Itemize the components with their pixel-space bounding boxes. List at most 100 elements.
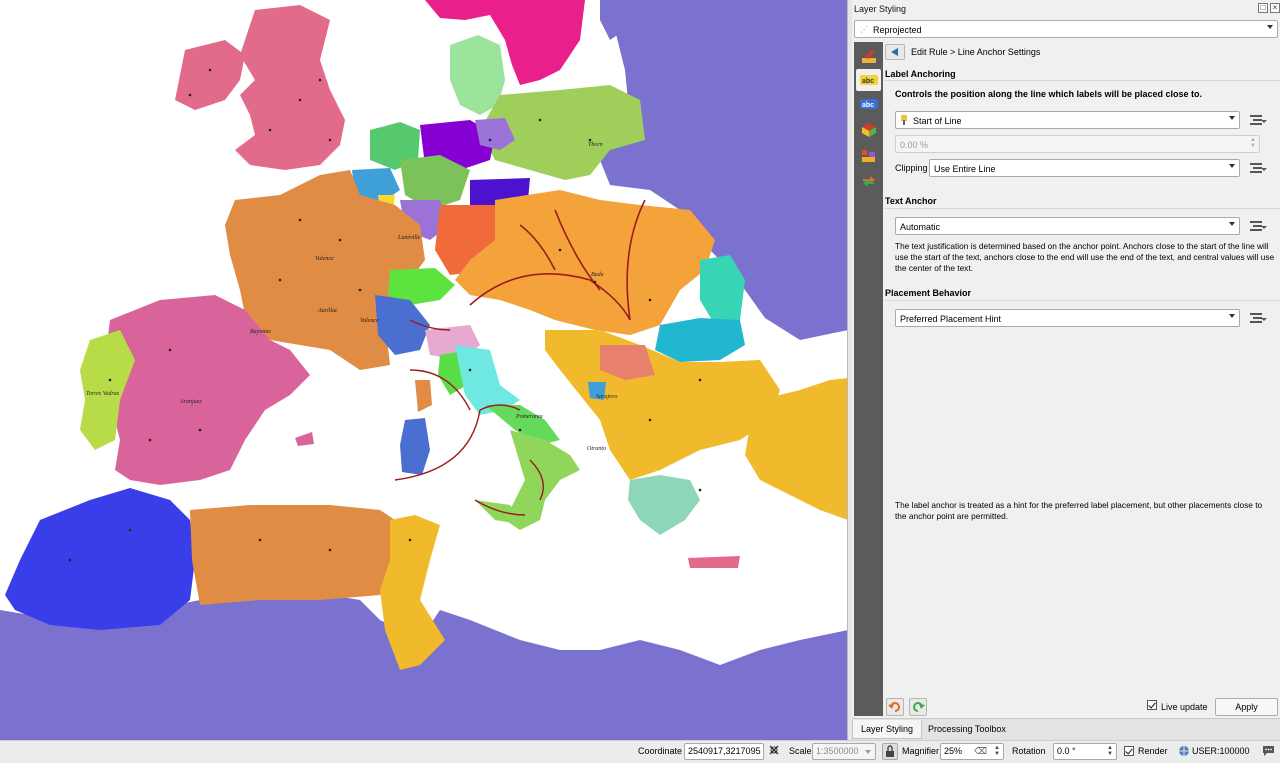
data-defined-override-button[interactable] (1247, 218, 1269, 234)
spin-arrows-icon[interactable]: ▲ ▼ (1107, 745, 1113, 757)
diagram-icon (862, 150, 875, 162)
corsica-region (415, 380, 432, 412)
text-anchor-description: The text justification is determined bas… (895, 241, 1275, 273)
spin-arrows-icon[interactable]: ▲ ▼ (994, 745, 1000, 757)
layer-selector[interactable]: ⋰ Reprojected (854, 20, 1278, 38)
text-anchor-title: Text Anchor (885, 196, 937, 206)
data-defined-override-button[interactable] (1247, 160, 1269, 176)
city-label: Thorn (588, 142, 603, 148)
britain-region (235, 5, 345, 170)
redo-icon (913, 702, 925, 712)
scandinavia-region (425, 0, 585, 85)
text-anchor-select[interactable]: Automatic (895, 217, 1240, 235)
layer-styling-dock: Layer Styling □ × ⋰ Reprojected abc abc … (852, 0, 1280, 740)
city-label: Pomerania (515, 414, 543, 420)
coordinate-field[interactable]: 2540917,3217095 (684, 743, 764, 760)
globe-icon[interactable] (1178, 745, 1190, 759)
close-dock-button[interactable]: × (1270, 3, 1280, 13)
scale-value: 1:3500000 (816, 746, 859, 756)
label-anchoring-group: Controls the position along the line whi… (885, 80, 1280, 188)
tab-labels[interactable]: abc (856, 69, 881, 91)
lock-scale-button[interactable] (882, 743, 898, 760)
clipping-select[interactable]: Use Entire Line (929, 159, 1240, 177)
percent-spinbox[interactable]: 0.00 % ▲ ▼ (895, 135, 1260, 153)
tuscany-region (455, 345, 520, 415)
placement-behavior-title: Placement Behavior (885, 288, 972, 298)
render-label: Render (1138, 746, 1168, 756)
greece-region (628, 475, 700, 535)
text-anchor-value: Automatic (900, 222, 941, 232)
crs-label[interactable]: USER:100000 (1192, 746, 1250, 756)
tab-masks[interactable]: abc (856, 93, 881, 115)
data-defined-override-button[interactable] (1247, 310, 1269, 326)
city-label: Bayonne (250, 329, 271, 335)
svg-text:abc: abc (862, 78, 874, 85)
balearic-region (295, 432, 314, 446)
paintbrush-icon (862, 50, 876, 63)
clipping-value: Use Entire Line (934, 164, 996, 174)
magnifier-label: Magnifier (902, 746, 940, 756)
city-label: Aurillac (317, 308, 338, 314)
anchoring-heading: Controls the position along the line whi… (895, 89, 1203, 99)
rotation-field[interactable]: 0.0 ° ▲ ▼ (1053, 743, 1117, 760)
anchor-position-value: Start of Line (913, 116, 962, 126)
render-checkbox[interactable] (1124, 746, 1134, 756)
morocco-region (5, 488, 195, 630)
placement-behavior-group: Preferred Placement Hint The label ancho… (885, 300, 1280, 700)
clipping-label: Clipping (895, 163, 928, 173)
placement-description: The label anchor is treated as a hint fo… (895, 500, 1263, 521)
tab-symbology[interactable] (856, 46, 881, 68)
layer-icon: ⋰ (860, 25, 868, 34)
tab-processing-toolbox[interactable]: Processing Toolbox (920, 720, 1014, 739)
qgis-window: Lunéville Valence Aurillac Valence Bayon… (0, 0, 1280, 763)
tab-layer-styling[interactable]: Layer Styling (852, 720, 923, 739)
layer-name: Reprojected (873, 25, 922, 35)
tab-diagrams[interactable] (856, 145, 881, 167)
percent-value: 0.00 % (900, 140, 929, 150)
undo-button[interactable] (886, 698, 904, 716)
city-label: Buda (591, 272, 604, 278)
chevron-down-icon (1229, 164, 1235, 168)
live-update-checkbox[interactable] (1147, 700, 1157, 710)
float-dock-button[interactable]: □ (1258, 3, 1268, 13)
undo-icon (888, 702, 900, 712)
style-tab-strip: abc abc (854, 42, 883, 716)
city-label: Aranjuez (179, 399, 202, 405)
city-label: Otranto (587, 446, 606, 452)
chevron-down-icon (1229, 222, 1235, 226)
spin-arrows-icon: ▲ ▼ (1250, 137, 1256, 149)
redo-button[interactable] (909, 698, 927, 716)
history-arrows-icon (863, 176, 875, 187)
label-anchoring-title: Label Anchoring (885, 69, 956, 79)
data-defined-override-button[interactable] (1247, 112, 1269, 128)
apply-button[interactable]: Apply (1215, 698, 1278, 716)
city-label: Valence (315, 256, 334, 262)
chevron-down-icon (1267, 25, 1273, 29)
toggle-extents-icon[interactable] (768, 744, 781, 759)
svg-text:abc: abc (862, 102, 874, 109)
clear-icon[interactable]: ⌫ (974, 744, 987, 759)
live-update-label: Live update (1161, 702, 1208, 712)
ireland-region (175, 40, 245, 110)
scale-field[interactable]: 1:3500000 (812, 743, 876, 760)
placement-select[interactable]: Preferred Placement Hint (895, 309, 1240, 327)
cube-icon (862, 123, 876, 137)
pin-icon (900, 115, 908, 125)
dock-tabs: Layer Styling Processing Toolbox (852, 718, 1280, 740)
messages-icon[interactable] (1262, 745, 1275, 759)
back-button[interactable] (885, 44, 905, 60)
dock-title-bar: Layer Styling □ × (852, 0, 1280, 18)
breadcrumb-text: Edit Rule > Line Anchor Settings (911, 47, 1041, 57)
breadcrumb: Edit Rule > Line Anchor Settings (885, 42, 1280, 62)
city-label: Torres Vedras (86, 391, 120, 397)
tab-3d-view[interactable] (856, 119, 881, 141)
magnifier-field[interactable]: 25% ⌫ ▲ ▼ (940, 743, 1004, 760)
anchor-position-select[interactable]: Start of Line (895, 111, 1240, 129)
sardinia-region (400, 418, 430, 475)
lock-icon (886, 745, 894, 757)
map-canvas[interactable]: Lunéville Valence Aurillac Valence Bayon… (0, 0, 848, 740)
status-bar: Coordinate 2540917,3217095 Scale 1:35000… (0, 740, 1280, 763)
chevron-down-icon (1229, 116, 1235, 120)
tab-history[interactable] (856, 170, 881, 192)
chevron-down-icon (1229, 314, 1235, 318)
